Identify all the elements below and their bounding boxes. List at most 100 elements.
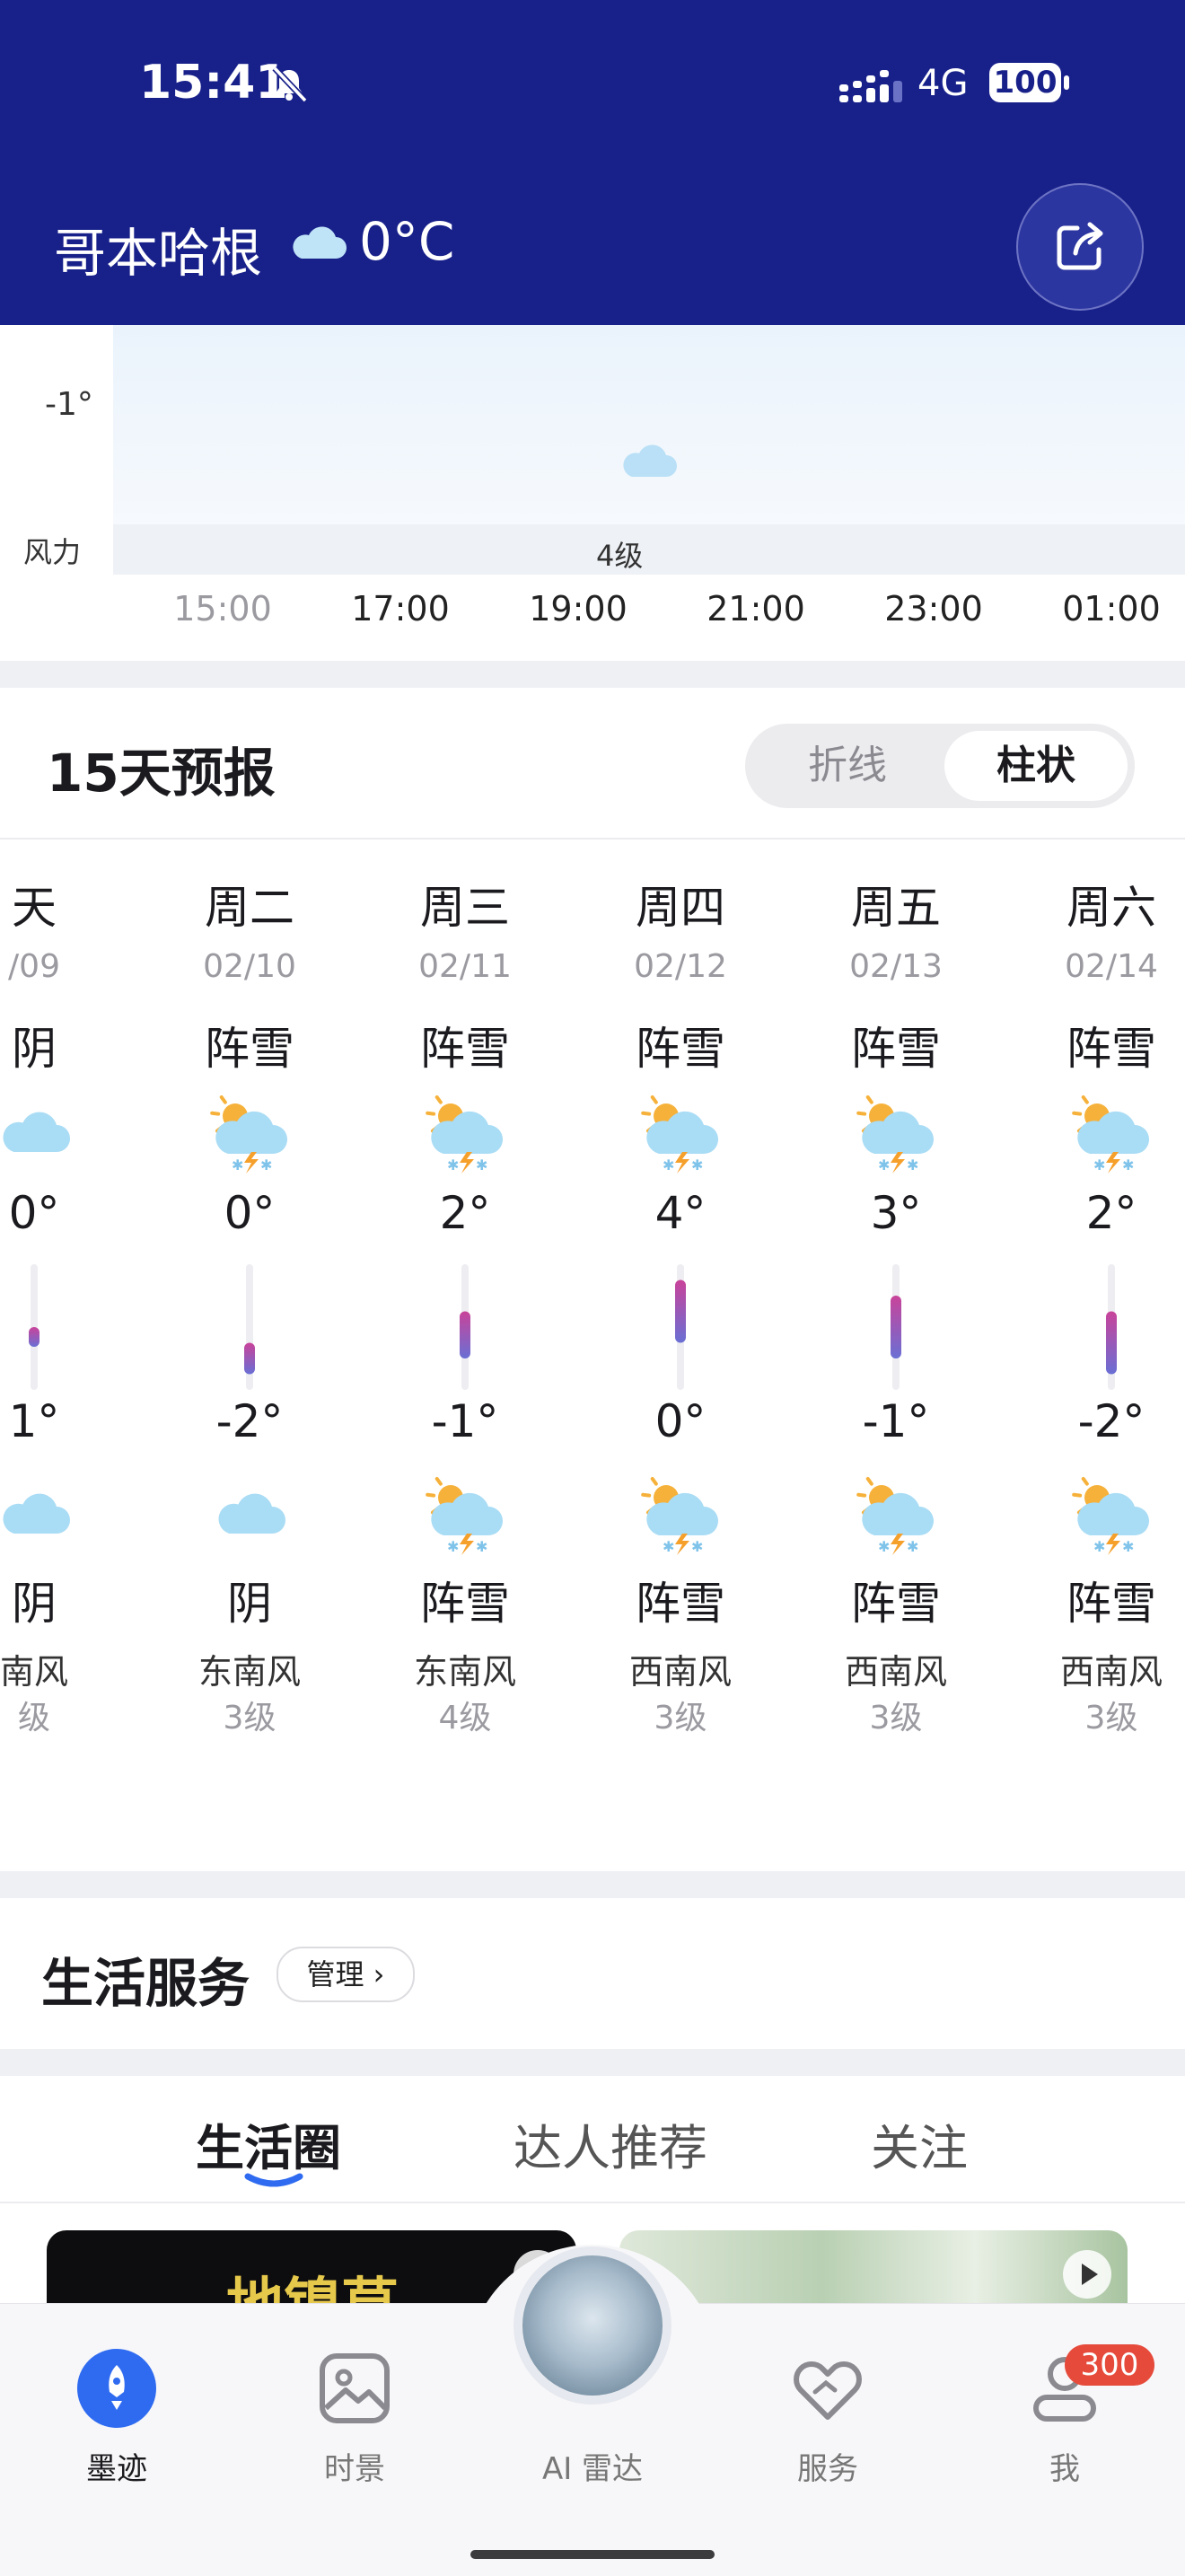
svg-text:✱: ✱ [691,1156,703,1174]
high-temp: 2° [357,1187,573,1239]
low-temp: 0° [573,1395,788,1447]
tab-life-circle[interactable]: 生活圈 [196,2108,341,2179]
temp-range-bar [357,1255,573,1390]
wind-direction: 东南风 [357,1644,573,1693]
night-condition: 阴 [142,1568,357,1632]
forecast-day[interactable]: 周三02/11阵雪✱✱2°-1°✱✱阵雪东南风4级 [357,688,573,1871]
temp-range-bar [1004,1255,1185,1390]
svg-text:✱: ✱ [663,1538,674,1555]
wind-level: 3级 [1004,1692,1185,1738]
day-weather-icon: ✱✱ [788,1087,1004,1177]
day-name: 周五 [788,872,1004,936]
low-temp: -2° [142,1395,357,1447]
forecast-day[interactable]: 天/09阴0°1°阴南风级 [0,688,142,1871]
day-date: 02/13 [788,948,1004,985]
night-condition: 阵雪 [1004,1568,1185,1632]
high-temp: 0° [0,1187,142,1239]
battery-icon: 100 [989,63,1070,104]
wind-direction: 西南风 [1004,1644,1185,1693]
svg-text:✱: ✱ [1093,1156,1105,1174]
city-name[interactable]: 哥本哈根 [54,211,262,286]
temp-axis-label: -1° [45,386,93,423]
snow-shower-day-icon: ✱✱ [1066,1087,1156,1177]
night-weather-icon: ✱✱ [788,1469,1004,1559]
wind-level: 3级 [142,1692,357,1738]
day-condition: 阴 [0,1013,142,1077]
forecast-day[interactable]: 周二02/10阵雪✱✱0°-2°阴东南风3级 [142,688,357,1871]
nav-item-moji[interactable]: 墨迹 [27,2349,206,2492]
day-name: 天 [0,872,142,936]
low-temp: -1° [357,1395,573,1447]
low-temp: 1° [0,1395,142,1447]
wind-level: 级 [0,1692,142,1738]
hour-label: 15:00 [155,589,290,629]
fifteen-day-forecast: 15天预报 折线 柱状 天/09阴0°1°阴南风级周二02/10阵雪✱✱0°-2… [0,688,1185,1871]
svg-text:✱: ✱ [878,1538,890,1555]
day-date: 02/14 [1004,948,1185,985]
bottom-navigation: 墨迹 时景 AI 雷达 服务 我 300 [0,2303,1185,2576]
nav-label: AI 雷达 [503,2444,682,2488]
range-fill [675,1280,686,1343]
play-icon [1063,2250,1111,2299]
nav-label: 墨迹 [27,2444,206,2488]
svg-text:✱: ✱ [476,1156,487,1174]
svg-text:✱: ✱ [1122,1156,1134,1174]
day-weather-icon [0,1087,142,1177]
svg-text:✱: ✱ [907,1156,918,1174]
signal-icon [839,68,902,104]
range-fill [1106,1312,1117,1375]
night-condition: 阵雪 [788,1568,1004,1632]
forecast-day[interactable]: 周五02/13阵雪✱✱3°-1°✱✱阵雪西南风3级 [788,688,1004,1871]
rocket-icon [77,2349,156,2428]
wind-level: 3级 [788,1692,1004,1738]
hour-label: 17:00 [333,589,468,629]
night-weather-icon [142,1469,357,1559]
wind-direction: 南风 [0,1644,142,1693]
cloud-icon [0,1469,79,1559]
night-condition: 阵雪 [357,1568,573,1632]
app-header: 15:41 4G 100 哥本哈根 0°C [0,0,1185,325]
forecast-day[interactable]: 周四02/12阵雪✱✱4°0°✱✱阵雪西南风3级 [573,688,788,1871]
status-time: 15:41 [139,56,288,110]
day-weather-icon: ✱✱ [573,1087,788,1177]
hour-label: 21:00 [689,589,823,629]
wind-direction: 西南风 [788,1644,1004,1693]
cloud-icon [289,223,347,262]
forecast-day[interactable]: 周六02/14阵雪✱✱2°-2°✱✱阵雪西南风3级 [1004,688,1185,1871]
wind-direction: 东南风 [142,1644,357,1693]
day-weather-icon: ✱✱ [357,1087,573,1177]
active-tab-indicator [244,2171,303,2193]
hour-label: 01:00 [1044,589,1179,629]
range-fill [244,1343,255,1375]
wind-value: 4级 [596,533,643,575]
cloud-icon [205,1469,294,1559]
temp-range-bar [0,1255,142,1390]
high-temp: 3° [788,1187,1004,1239]
share-button[interactable] [1016,183,1144,311]
hourly-forecast[interactable]: -1° 4级 风力 15:00 17:00 19:00 21:00 23:00 … [0,325,1185,661]
svg-text:✱: ✱ [447,1538,459,1555]
day-condition: 阵雪 [142,1013,357,1077]
manage-button[interactable]: 管理 › [276,1947,415,2002]
home-indicator [470,2550,715,2559]
snow-shower-day-icon: ✱✱ [205,1087,294,1177]
tab-following[interactable]: 关注 [871,2108,968,2179]
night-condition: 阵雪 [573,1568,788,1632]
snow-shower-day-icon: ✱✱ [851,1087,941,1177]
temp-range-bar [788,1255,1004,1390]
day-date: /09 [0,948,142,985]
wind-direction: 西南风 [573,1644,788,1693]
bell-muted-icon [269,65,309,104]
image-icon [315,2349,394,2428]
hour-label: 19:00 [511,589,645,629]
share-icon [1050,217,1110,277]
life-services-section: 生活服务 管理 › [0,1898,1185,2049]
forecast-days-scroller[interactable]: 天/09阴0°1°阴南风级周二02/10阵雪✱✱0°-2°阴东南风3级周三02/… [0,688,1185,1871]
nav-item-ai-radar[interactable]: AI 雷达 [503,2349,682,2492]
low-temp: -2° [1004,1395,1185,1447]
nav-item-moments[interactable]: 时景 [265,2349,444,2492]
svg-text:✱: ✱ [260,1156,272,1174]
nav-item-services[interactable]: 服务 [738,2349,917,2492]
nav-label: 我 [975,2444,1154,2488]
tab-expert-recommend[interactable]: 达人推荐 [514,2108,707,2179]
